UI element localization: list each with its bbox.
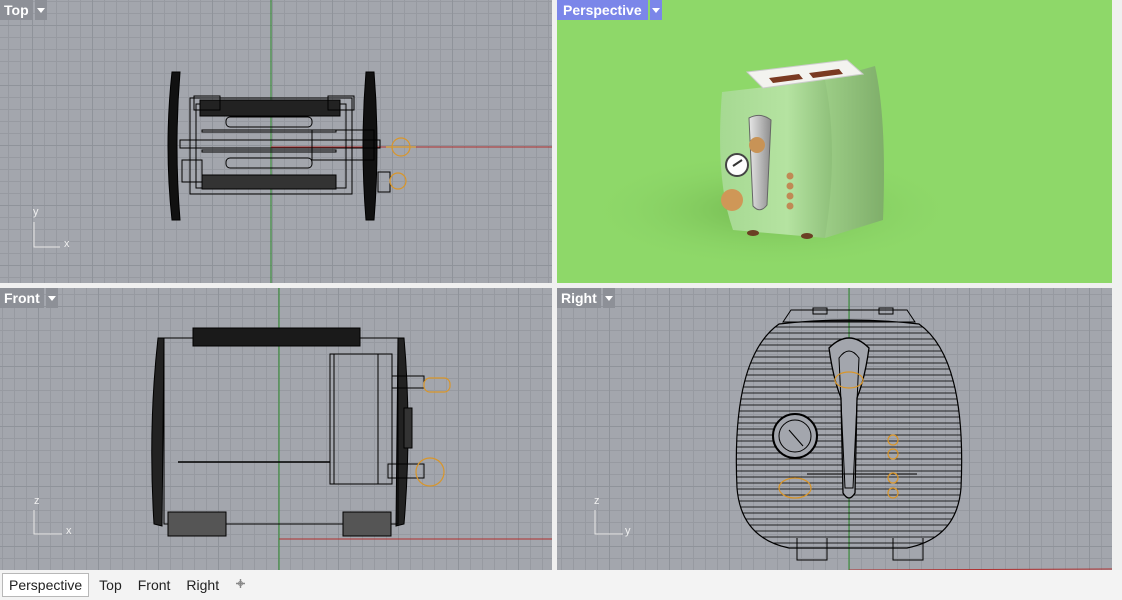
chevron-down-icon[interactable] xyxy=(649,0,662,20)
viewport-title: Top xyxy=(0,0,33,20)
axis-label-vertical: z xyxy=(594,495,600,507)
rendered-toaster xyxy=(582,59,962,270)
chevron-down-icon[interactable] xyxy=(45,288,58,308)
perspective-viewport[interactable]: Perspective xyxy=(557,0,1112,283)
axis-label-horizontal: x xyxy=(66,525,72,537)
viewport-title: Perspective xyxy=(557,0,648,20)
right-viewport-label[interactable]: Right xyxy=(557,288,615,308)
right-wireframe xyxy=(594,288,1112,570)
top-viewport[interactable]: Top y x xyxy=(0,0,552,283)
tab-top[interactable]: Top xyxy=(93,574,128,596)
tab-perspective[interactable]: Perspective xyxy=(2,573,90,597)
top-wireframe xyxy=(33,0,552,283)
axis-label-horizontal: x xyxy=(64,238,70,250)
front-wireframe xyxy=(33,288,552,570)
top-viewport-label[interactable]: Top xyxy=(0,0,47,20)
tab-front[interactable]: Front xyxy=(132,574,177,596)
axis-label-vertical: y xyxy=(33,206,39,218)
viewport-tab-bar: Perspective Top Front Right xyxy=(0,570,1122,600)
chevron-down-icon[interactable] xyxy=(34,0,47,20)
axis-label-horizontal: y xyxy=(625,525,631,537)
axis-label-vertical: z xyxy=(34,495,40,507)
chevron-down-icon[interactable] xyxy=(602,288,615,308)
viewport-title: Front xyxy=(0,288,44,308)
viewport-title: Right xyxy=(557,288,601,308)
front-viewport-label[interactable]: Front xyxy=(0,288,58,308)
tab-right[interactable]: Right xyxy=(180,574,225,596)
perspective-viewport-label[interactable]: Perspective xyxy=(557,0,662,20)
plus-icon[interactable] xyxy=(229,576,252,594)
right-viewport[interactable]: Right z y xyxy=(557,288,1112,570)
front-viewport[interactable]: Front z x xyxy=(0,288,552,570)
